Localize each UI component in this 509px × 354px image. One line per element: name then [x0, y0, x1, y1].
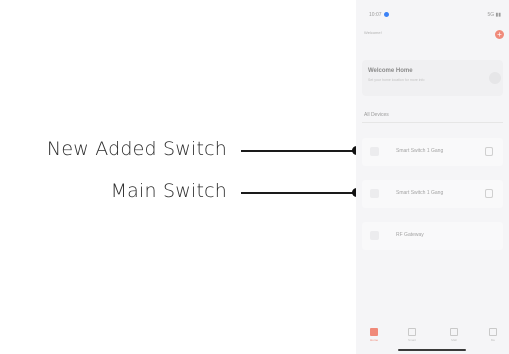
- tab-mall[interactable]: Mall: [442, 328, 466, 342]
- home-card-subtitle: Set your home location for more info: [368, 78, 425, 82]
- switch-device-icon: [370, 189, 379, 198]
- callout-leader-line: [241, 150, 356, 152]
- status-bar: 10:07 5G ▮▮: [356, 10, 509, 22]
- home-selector[interactable]: Welcome!: [364, 30, 382, 35]
- home-card-title: Welcome Home: [368, 68, 413, 74]
- bottom-tab-bar: Home Smart Mall Me: [356, 324, 509, 354]
- phone-screen: 10:07 5G ▮▮ Welcome! + Welcome Home Set …: [356, 0, 509, 354]
- weather-icon: [489, 72, 501, 84]
- device-row-new-added-switch[interactable]: Smart Switch 1 Gang: [362, 138, 503, 166]
- home-icon: [370, 328, 378, 336]
- status-time: 10:07: [369, 12, 389, 18]
- tab-smart[interactable]: Smart: [400, 328, 424, 342]
- device-name: Smart Switch 1 Gang: [396, 190, 444, 196]
- power-toggle-icon[interactable]: [485, 189, 493, 198]
- tab-all-devices[interactable]: All Devices: [364, 112, 389, 118]
- tab-home[interactable]: Home: [362, 328, 386, 342]
- welcome-home-card[interactable]: Welcome Home Set your home location for …: [362, 60, 503, 96]
- tab-label: Me: [490, 338, 496, 342]
- device-name: RF Gateway: [396, 232, 424, 238]
- shopping-bag-icon: [450, 328, 458, 336]
- gateway-device-icon: [370, 231, 379, 240]
- device-row-gateway[interactable]: RF Gateway: [362, 222, 503, 250]
- device-row-main-switch[interactable]: Smart Switch 1 Gang: [362, 180, 503, 208]
- profile-icon: [489, 328, 497, 336]
- callout-label-main-switch: Main Switch: [110, 180, 227, 202]
- callout-label-new-added-switch: New Added Switch: [46, 138, 227, 160]
- switch-device-icon: [370, 147, 379, 156]
- add-device-button[interactable]: +: [495, 30, 504, 39]
- status-icons: 5G ▮▮: [487, 12, 501, 18]
- tab-label: Smart: [407, 338, 416, 342]
- home-indicator: [398, 349, 466, 351]
- power-toggle-icon[interactable]: [485, 147, 493, 156]
- callout-leader-line: [241, 192, 356, 194]
- location-dot-icon: [383, 12, 389, 18]
- section-divider: [362, 122, 503, 123]
- tab-label: Home: [369, 338, 378, 342]
- smart-scene-icon: [408, 328, 416, 336]
- tab-me[interactable]: Me: [481, 328, 505, 342]
- tab-label: Mall: [451, 338, 457, 342]
- device-name: Smart Switch 1 Gang: [396, 148, 444, 154]
